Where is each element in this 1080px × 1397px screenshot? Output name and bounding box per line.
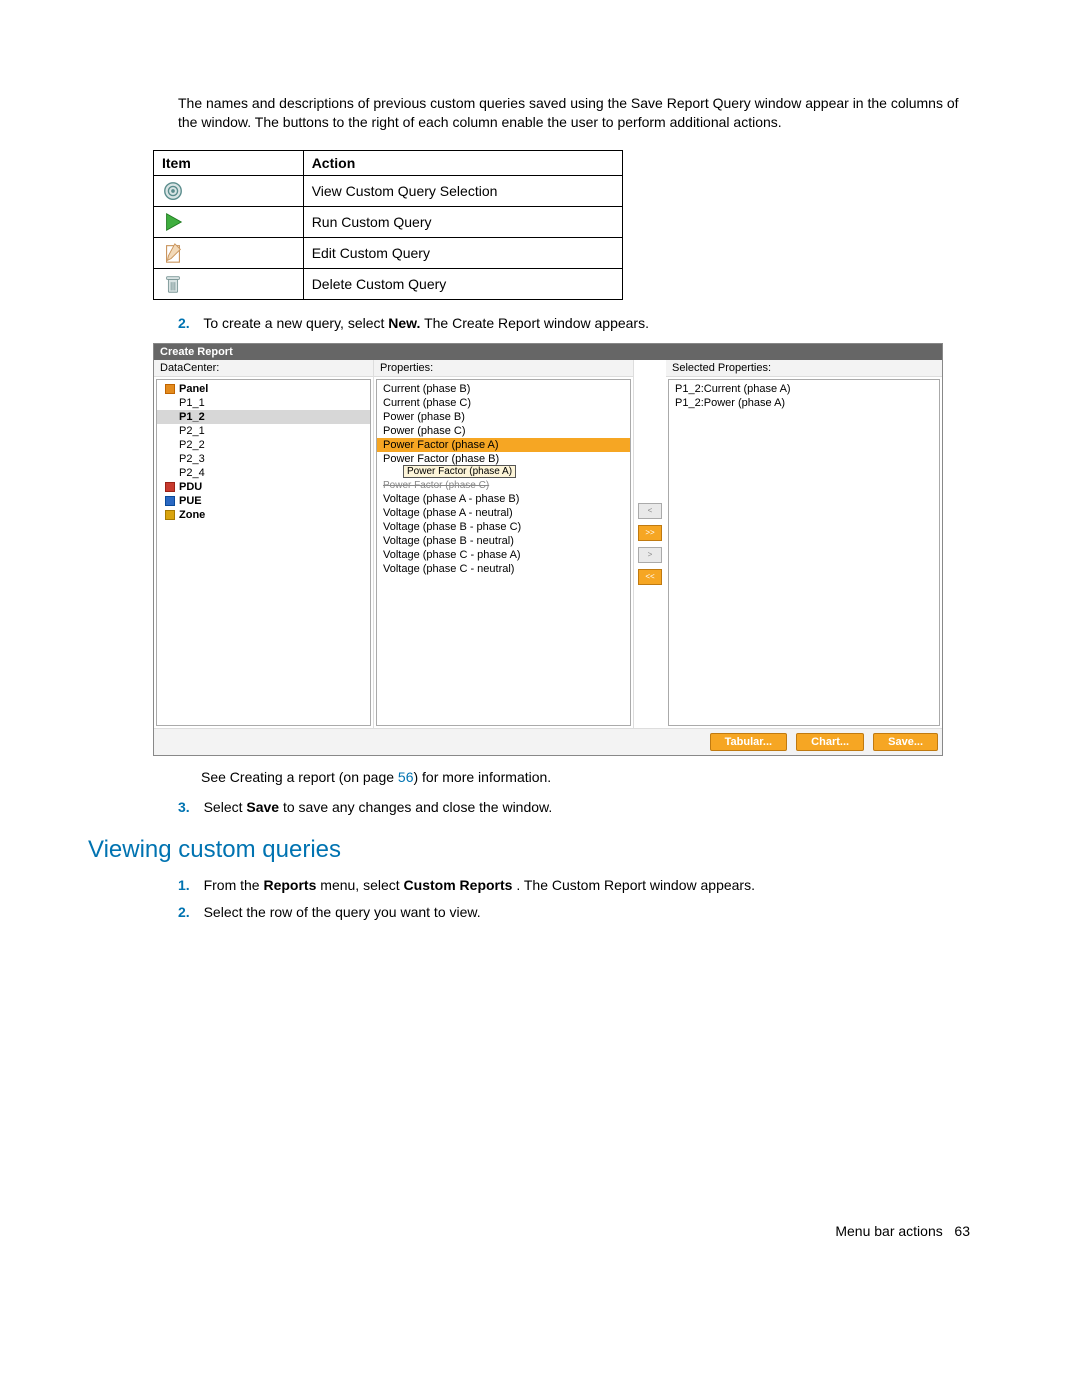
prop-item[interactable]: Current (phase C) — [377, 396, 630, 410]
move-left-button[interactable]: < — [638, 503, 662, 519]
th-action: Action — [303, 150, 622, 175]
selected-prop-item[interactable]: P1_2:Current (phase A) — [669, 382, 939, 396]
move-right-all-button[interactable]: >> — [638, 525, 662, 541]
step-3-a: Select — [204, 799, 247, 815]
action-run: Run Custom Query — [303, 206, 622, 237]
action-delete: Delete Custom Query — [303, 268, 622, 299]
tabular-button[interactable]: Tabular... — [710, 733, 787, 751]
step-2-num: 2. — [178, 315, 190, 331]
footer-label: Menu bar actions — [835, 1223, 942, 1239]
step-3-bold: Save — [246, 799, 279, 815]
step-3-num: 3. — [178, 799, 190, 815]
selected-props-list[interactable]: P1_2:Current (phase A) P1_2:Power (phase… — [668, 379, 940, 726]
selected-prop-item[interactable]: P1_2:Power (phase A) — [669, 396, 939, 410]
prop-item[interactable]: Voltage (phase C - neutral) — [377, 562, 630, 576]
prop-item-selected[interactable]: Power Factor (phase A) — [377, 438, 630, 452]
actions-table: Item Action View Custom Query Selection … — [153, 150, 623, 300]
see-a: See Creating a report (on page — [201, 769, 398, 785]
tree-p2-3[interactable]: P2_3 — [157, 452, 370, 466]
col-selected-label: Selected Properties: — [666, 360, 942, 377]
prop-item[interactable]: Power Factor (phase C) — [377, 479, 630, 492]
folder-icon — [165, 510, 175, 520]
edit-icon — [162, 242, 184, 264]
tree-label: Zone — [179, 509, 205, 521]
transfer-buttons: < >> > << — [634, 360, 666, 728]
step-3: 3. Select Save to save any changes and c… — [178, 798, 980, 818]
folder-icon — [165, 384, 175, 394]
folder-icon — [165, 496, 175, 506]
delete-icon-cell — [154, 268, 304, 299]
prop-item[interactable]: Voltage (phase C - phase A) — [377, 548, 630, 562]
datacenter-tree[interactable]: Panel P1_1 P1_2 P2_1 P2_2 P2_3 P2_4 PDU … — [156, 379, 371, 726]
vq-step-1: 1. From the Reports menu, select Custom … — [178, 876, 980, 896]
prop-text: Power Factor (phase B) — [383, 453, 499, 465]
edit-icon-cell — [154, 237, 304, 268]
tree-zone[interactable]: Zone — [157, 508, 370, 522]
step-2-b: The Create Report window appears. — [424, 315, 649, 331]
step-2-a: To create a new query, select — [203, 315, 388, 331]
action-view: View Custom Query Selection — [303, 175, 622, 206]
see-page-link[interactable]: 56 — [398, 769, 414, 785]
chart-button[interactable]: Chart... — [796, 733, 864, 751]
tree-p2-2[interactable]: P2_2 — [157, 438, 370, 452]
step-3-b: to save any changes and close the window… — [283, 799, 552, 815]
tooltip: Power Factor (phase A) — [403, 465, 516, 478]
step-2-bold: New. — [388, 315, 420, 331]
move-right-button[interactable]: > — [638, 547, 662, 563]
vq1-b: menu, select — [320, 877, 403, 893]
footer-page: 63 — [954, 1223, 970, 1239]
view-icon — [162, 180, 184, 202]
tree-label: PUE — [179, 495, 202, 507]
vq-step-1-num: 1. — [178, 877, 190, 893]
vq-step-2: 2. Select the row of the query you want … — [178, 903, 980, 923]
page-footer: Menu bar actions 63 — [88, 1223, 980, 1239]
intro-paragraph: The names and descriptions of previous c… — [178, 94, 980, 132]
save-button[interactable]: Save... — [873, 733, 938, 751]
tree-p1-1[interactable]: P1_1 — [157, 396, 370, 410]
col-properties-label: Properties: — [374, 360, 633, 377]
see-b: ) for more information. — [413, 769, 551, 785]
step-2: 2. To create a new query, select New. Th… — [178, 314, 980, 334]
vq1-c: . The Custom Report window appears. — [516, 877, 755, 893]
th-item: Item — [154, 150, 304, 175]
tree-p2-4[interactable]: P2_4 — [157, 466, 370, 480]
create-report-footer: Tabular... Chart... Save... — [154, 728, 942, 755]
prop-item[interactable]: Voltage (phase B - neutral) — [377, 534, 630, 548]
col-datacenter-label: DataCenter: — [154, 360, 373, 377]
delete-icon — [162, 273, 184, 295]
prop-item[interactable]: Power (phase B) — [377, 410, 630, 424]
prop-item[interactable]: Voltage (phase A - phase B) — [377, 492, 630, 506]
vq2-text: Select the row of the query you want to … — [204, 904, 481, 920]
run-icon-cell — [154, 206, 304, 237]
move-left-all-button[interactable]: << — [638, 569, 662, 585]
vq1-bold1: Reports — [263, 877, 316, 893]
tree-panel[interactable]: Panel — [157, 382, 370, 396]
prop-item[interactable]: Voltage (phase A - neutral) — [377, 506, 630, 520]
see-line: See Creating a report (on page 56) for m… — [201, 768, 980, 788]
view-icon-cell — [154, 175, 304, 206]
tree-p2-1[interactable]: P2_1 — [157, 424, 370, 438]
folder-icon — [165, 482, 175, 492]
tree-label: PDU — [179, 481, 202, 493]
create-report-window: Create Report DataCenter: Panel P1_1 P1_… — [153, 343, 943, 756]
create-report-titlebar: Create Report — [154, 344, 942, 360]
tree-label: Panel — [179, 383, 208, 395]
action-edit: Edit Custom Query — [303, 237, 622, 268]
tree-pdu[interactable]: PDU — [157, 480, 370, 494]
run-icon — [162, 211, 184, 233]
vq1-bold2: Custom Reports — [404, 877, 513, 893]
prop-item[interactable]: Current (phase B) — [377, 382, 630, 396]
heading-viewing-custom-queries: Viewing custom queries — [88, 836, 980, 864]
prop-item[interactable]: Voltage (phase B - phase C) — [377, 520, 630, 534]
vq-step-2-num: 2. — [178, 904, 190, 920]
prop-item[interactable]: Power (phase C) — [377, 424, 630, 438]
tree-pue[interactable]: PUE — [157, 494, 370, 508]
prop-item[interactable]: Power Factor (phase B) Power Factor (pha… — [377, 452, 630, 479]
vq1-a: From the — [204, 877, 264, 893]
tree-p1-2[interactable]: P1_2 — [157, 410, 370, 424]
properties-list[interactable]: Current (phase B) Current (phase C) Powe… — [376, 379, 631, 726]
